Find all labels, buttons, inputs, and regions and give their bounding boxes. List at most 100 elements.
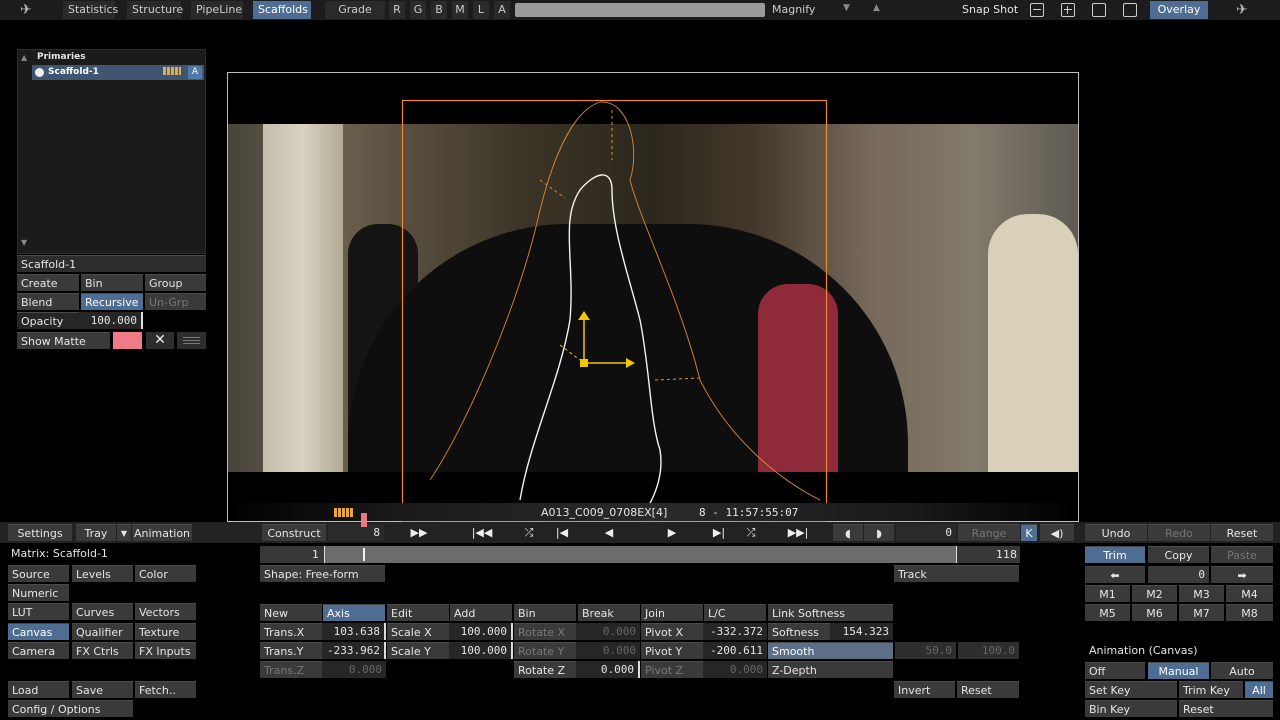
load-button[interactable]: Load xyxy=(8,681,69,698)
track-button[interactable]: Track xyxy=(894,565,1019,582)
memory-index-field[interactable]: 0 xyxy=(1148,566,1209,583)
anim-auto-button[interactable]: Auto xyxy=(1211,662,1273,679)
fetch-button[interactable]: Fetch.. xyxy=(135,681,196,698)
scale-x-field[interactable]: 100.000 xyxy=(449,623,513,640)
menu-levels[interactable]: Levels xyxy=(72,565,133,582)
lc-button[interactable]: L/C xyxy=(704,604,766,621)
playhead-marker-icon[interactable] xyxy=(361,513,367,527)
menu-lut[interactable]: LUT xyxy=(8,603,69,620)
range-button[interactable]: Range xyxy=(958,524,1020,541)
loop-icon[interactable]: ⤮ xyxy=(740,525,762,541)
anim-off-button[interactable]: Off xyxy=(1085,662,1145,679)
trans-x-field[interactable]: 103.638 xyxy=(322,623,386,640)
memory-m7-button[interactable]: M7 xyxy=(1179,604,1224,621)
animation-button[interactable]: Animation xyxy=(132,524,192,541)
go-end-icon[interactable]: ▶▶| xyxy=(787,525,809,541)
scrub-start-label: 1 xyxy=(312,548,319,561)
bin-key-button[interactable]: Bin Key xyxy=(1085,700,1177,717)
reset-shape-button[interactable]: Reset xyxy=(957,681,1019,698)
prev-key-icon[interactable]: |◀ xyxy=(551,525,573,541)
go-start-icon[interactable]: |◀◀ xyxy=(471,525,493,541)
trans-y-field[interactable]: -233.962 xyxy=(322,642,386,659)
animation-panel-title: Animation (Canvas) xyxy=(1089,644,1198,657)
shuffle-icon[interactable]: ⤮ xyxy=(518,525,540,541)
mark-in-icon[interactable]: ◖ xyxy=(833,524,863,541)
break-button[interactable]: Break xyxy=(578,604,640,621)
redo-button[interactable]: Redo xyxy=(1148,524,1210,541)
tray-dropdown-icon[interactable]: ▼ xyxy=(117,524,131,541)
new-button[interactable]: New xyxy=(260,604,322,621)
pivot-x-label: Pivot X xyxy=(641,623,703,640)
scrubber-track xyxy=(324,546,956,563)
timeline-scrubber[interactable] xyxy=(260,546,1020,563)
menu-color[interactable]: Color xyxy=(135,565,196,582)
scale-y-field[interactable]: 100.000 xyxy=(449,642,513,659)
pivot-y-field[interactable]: -200.611 xyxy=(703,642,767,659)
menu-source[interactable]: Source xyxy=(8,565,69,582)
set-key-button[interactable]: Set Key xyxy=(1085,681,1177,698)
menu-numeric[interactable]: Numeric xyxy=(8,584,69,601)
mark-out-icon[interactable]: ◗ xyxy=(864,524,894,541)
trim-button[interactable]: Trim xyxy=(1085,546,1145,563)
undo-button[interactable]: Undo xyxy=(1085,524,1147,541)
rotate-x-field[interactable]: 0.000 xyxy=(576,623,640,640)
menu-texture[interactable]: Texture xyxy=(135,623,196,640)
menu-curves[interactable]: Curves xyxy=(72,603,133,620)
menu-vectors[interactable]: Vectors xyxy=(135,603,196,620)
invert-button[interactable]: Invert xyxy=(894,681,955,698)
fast-forward-icon[interactable]: ▶▶ xyxy=(408,525,430,541)
menu-canvas[interactable]: Canvas xyxy=(8,623,69,640)
step-back-icon[interactable]: ◀ xyxy=(598,525,620,541)
menu-camera[interactable]: Camera xyxy=(8,642,69,659)
axis-button[interactable]: Axis xyxy=(323,604,385,621)
memory-m4-button[interactable]: M4 xyxy=(1226,585,1273,602)
softness-field[interactable]: 154.323 xyxy=(830,623,893,640)
anim-manual-button[interactable]: Manual xyxy=(1148,662,1209,679)
paste-button[interactable]: Paste xyxy=(1211,546,1273,563)
pivot-x-field[interactable]: -332.372 xyxy=(703,623,767,640)
save-button[interactable]: Save xyxy=(72,681,133,698)
play-icon[interactable]: ▶ xyxy=(661,525,683,541)
tray-button[interactable]: Tray xyxy=(76,524,116,541)
reset-top-button[interactable]: Reset xyxy=(1211,524,1273,541)
config-options-button[interactable]: Config / Options xyxy=(8,700,133,717)
edit-button[interactable]: Edit xyxy=(387,604,449,621)
smooth-button[interactable]: Smooth xyxy=(768,642,893,659)
z-depth-button[interactable]: Z-Depth xyxy=(768,661,893,678)
next-key-icon[interactable]: ▶| xyxy=(708,525,730,541)
arrow-left-icon[interactable]: ⬅ xyxy=(1085,566,1145,583)
menu-qualifier[interactable]: Qualifier xyxy=(72,623,133,640)
shape-type-label[interactable]: Shape: Free-form xyxy=(260,565,385,582)
construct-button[interactable]: Construct xyxy=(262,524,326,541)
pivot-z-field[interactable]: 0.000 xyxy=(703,661,767,678)
settings-button[interactable]: Settings xyxy=(8,524,72,541)
memory-m8-button[interactable]: M8 xyxy=(1226,604,1273,621)
memory-m1-button[interactable]: M1 xyxy=(1085,585,1130,602)
scrubber-tick xyxy=(956,546,957,563)
rotate-z-field[interactable]: 0.000 xyxy=(576,661,640,678)
link-softness-button[interactable]: Link Softness xyxy=(768,604,893,621)
copy-button[interactable]: Copy xyxy=(1148,546,1209,563)
counter-field[interactable]: 0 xyxy=(896,524,956,541)
menu-fx-inputs[interactable]: FX Inputs xyxy=(135,642,196,659)
memory-m3-button[interactable]: M3 xyxy=(1179,585,1224,602)
menu-fx-ctrls[interactable]: FX Ctrls xyxy=(72,642,133,659)
frame-field[interactable]: 8 xyxy=(328,524,384,541)
keyframe-k-button[interactable]: K xyxy=(1021,524,1037,541)
softness-curve-outer xyxy=(429,101,821,501)
smooth-a-field[interactable]: 50.0 xyxy=(895,642,956,659)
memory-m2-button[interactable]: M2 xyxy=(1132,585,1177,602)
arrow-right-icon[interactable]: ➡ xyxy=(1211,566,1273,583)
join-button[interactable]: Join xyxy=(641,604,703,621)
rotate-y-field[interactable]: 0.000 xyxy=(576,642,640,659)
memory-m5-button[interactable]: M5 xyxy=(1085,604,1130,621)
speaker-icon[interactable]: ◀) xyxy=(1040,524,1074,541)
smooth-b-field[interactable]: 100.0 xyxy=(958,642,1019,659)
all-keys-button[interactable]: All xyxy=(1245,681,1273,698)
bin-shape-button[interactable]: Bin xyxy=(514,604,576,621)
trim-key-button[interactable]: Trim Key xyxy=(1179,681,1243,698)
memory-m6-button[interactable]: M6 xyxy=(1132,604,1177,621)
add-button[interactable]: Add xyxy=(450,604,512,621)
reset-key-button[interactable]: Reset xyxy=(1179,700,1273,717)
trans-z-field[interactable]: 0.000 xyxy=(322,661,386,678)
